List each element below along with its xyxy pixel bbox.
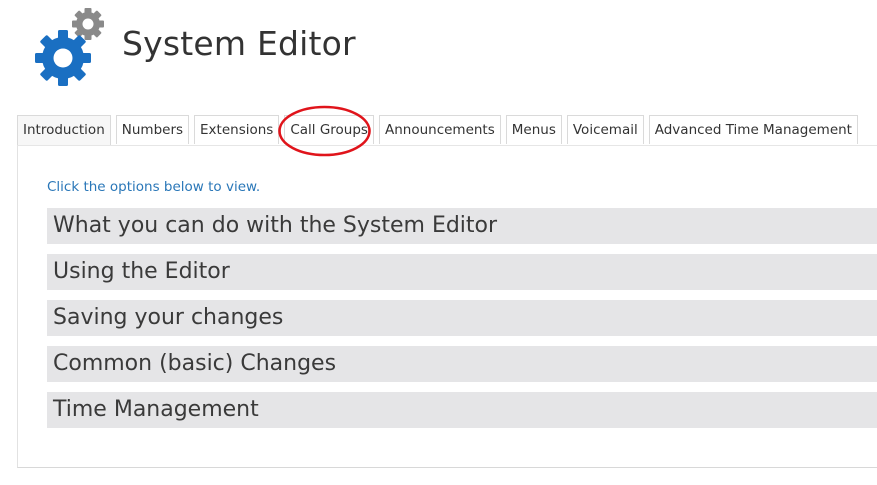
tab-introduction[interactable]: Introduction [17, 115, 111, 146]
accordion-common-changes[interactable]: Common (basic) Changes [47, 346, 877, 382]
tab-announcements[interactable]: Announcements [378, 115, 501, 144]
page-title: System Editor [122, 24, 356, 63]
intro-text: Click the options below to view. [47, 179, 261, 195]
tab-advanced-time-management[interactable]: Advanced Time Management [648, 115, 858, 144]
accordion-saving-your-changes[interactable]: Saving your changes [47, 300, 877, 336]
tab-call-groups[interactable]: Call Groups [284, 115, 374, 144]
tab-extensions[interactable]: Extensions [194, 115, 280, 144]
accordion-what-you-can-do[interactable]: What you can do with the System Editor [47, 208, 877, 244]
tab-voicemail[interactable]: Voicemail [566, 115, 644, 144]
gears-icon [35, 8, 104, 86]
tab-numbers[interactable]: Numbers [115, 115, 190, 144]
accordion-using-the-editor[interactable]: Using the Editor [47, 254, 877, 290]
tab-bar: Introduction Numbers Extensions Call Gro… [17, 115, 858, 146]
accordion-time-management[interactable]: Time Management [47, 392, 877, 428]
tab-menus[interactable]: Menus [505, 115, 562, 144]
